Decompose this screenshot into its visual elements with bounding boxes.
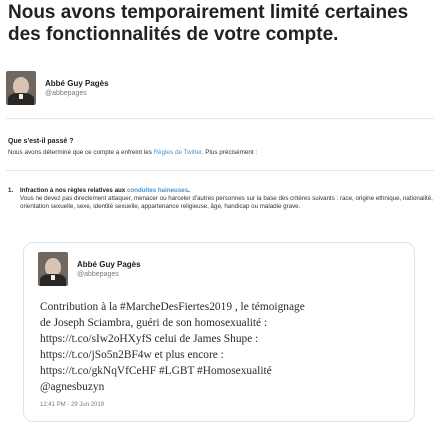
tweet-text: Contribution à la #MarcheDesFiertes2019 … (40, 299, 410, 395)
account-header: Abbé Guy Pagès @abbepages (6, 70, 109, 106)
infraction-title: Infraction à nos règles relatives aux (20, 187, 127, 194)
tweet-line: https://t.co/gkNqVfCeHF #LGBT #Homosexua… (40, 365, 272, 377)
tweet-handle: @abbepages (77, 270, 119, 278)
tweet-line: de Joseph Sciambra, guéri de son homosex… (40, 317, 268, 329)
tweet-avatar[interactable] (38, 252, 68, 286)
what-happened-text: Nous avons déterminé que ce compte a enf… (8, 149, 154, 156)
tweet-line: @agnesbuzyn (40, 381, 105, 393)
divider (6, 118, 434, 119)
what-happened-title: Que s'est-il passé ? (8, 138, 74, 145)
tweet-timestamp[interactable]: 12:41 PM - 29 Jun 2019 (40, 402, 104, 408)
infraction-description: Vous ne devez pas directement attaquer, … (20, 195, 433, 210)
account-display-name[interactable]: Abbé Guy Pagès (45, 79, 109, 89)
hateful-conduct-link[interactable]: conduites haineuses (127, 187, 188, 194)
account-handle: @abbepages (45, 89, 87, 97)
what-happened-text-end: . Plus précisément : (201, 149, 258, 156)
twitter-rules-link[interactable]: Règles de Twitter (154, 149, 202, 156)
avatar[interactable] (6, 71, 36, 105)
tweet-line: https://t.co/jSo5n2BF4w et plus encore : (40, 349, 224, 361)
infraction-title-end: . (188, 187, 190, 194)
tweet-line: Contribution à la #MarcheDesFiertes2019 … (40, 301, 305, 313)
tweet-author: Abbé Guy Pagès @abbepages (38, 251, 141, 287)
divider (6, 170, 434, 171)
embedded-tweet-card[interactable]: Abbé Guy Pagès @abbepages Contribution à… (23, 242, 415, 422)
infraction-number: 1. (8, 187, 14, 194)
tweet-display-name[interactable]: Abbé Guy Pagès (77, 260, 141, 270)
what-happened-body: Nous avons déterminé que ce compte a enf… (8, 149, 257, 156)
tweet-line: https://t.co/sIw2oHXyfS celui de James S… (40, 333, 259, 345)
notice-headline: Nous avons temporairement limité certain… (8, 2, 409, 45)
infraction-item: 1. Infraction à nos règles relatives aux … (8, 187, 433, 211)
